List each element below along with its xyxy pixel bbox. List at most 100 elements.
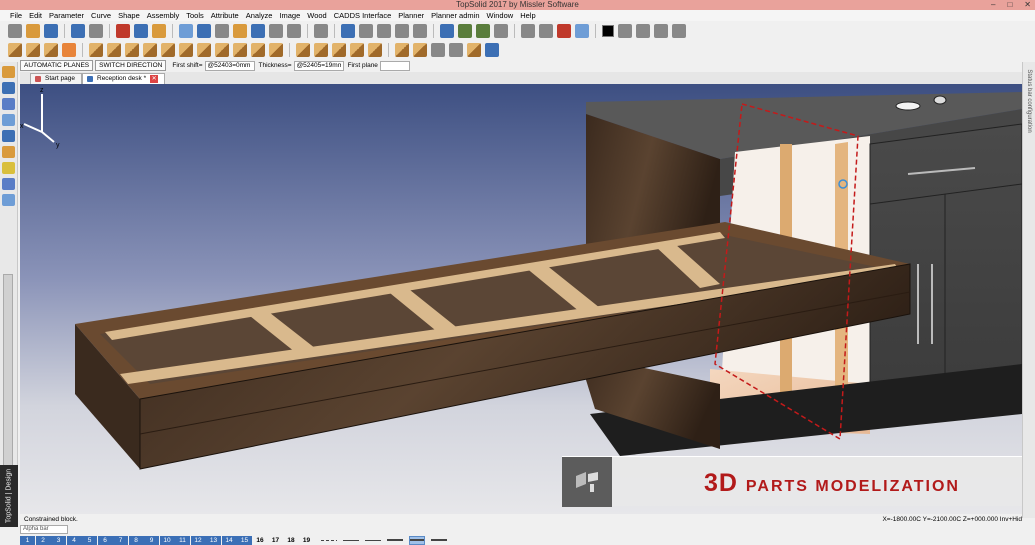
line-style-normal[interactable]: [386, 536, 403, 545]
status-bar-configuration-strip[interactable]: Status bar configuration: [1022, 62, 1035, 518]
alpha-bar[interactable]: Alpha bar: [20, 525, 68, 534]
wood-tenon-icon[interactable]: [332, 43, 346, 57]
wood-groove-icon[interactable]: [296, 43, 310, 57]
zoom-icon[interactable]: [440, 24, 454, 38]
close-tab-icon[interactable]: ✕: [150, 75, 159, 83]
solid-icon[interactable]: [2, 98, 15, 110]
menu-tools[interactable]: Tools: [186, 11, 204, 20]
eraser-icon[interactable]: [152, 24, 166, 38]
wood-hole-icon[interactable]: [431, 43, 445, 57]
wood-rebate-icon[interactable]: [314, 43, 328, 57]
menu-planner[interactable]: Planner: [398, 11, 424, 20]
first-plane-input[interactable]: [379, 60, 410, 71]
layer-7[interactable]: 7: [113, 535, 128, 545]
mirror-icon[interactable]: [287, 24, 301, 38]
layer-13[interactable]: 13: [206, 535, 221, 545]
color-swatch[interactable]: [602, 25, 614, 37]
minimize-button[interactable]: –: [991, 0, 995, 10]
hatch-icon[interactable]: [672, 24, 686, 38]
wood-frame-icon[interactable]: [161, 43, 175, 57]
wood-bottom-icon[interactable]: [215, 43, 229, 57]
wood-drill-icon[interactable]: [449, 43, 463, 57]
render-icon[interactable]: [476, 24, 490, 38]
line-style-dashdot[interactable]: [320, 536, 337, 545]
print-icon[interactable]: [71, 24, 85, 38]
assembly-icon[interactable]: [215, 24, 229, 38]
wood-side-icon[interactable]: [179, 43, 193, 57]
measure-icon[interactable]: [314, 24, 328, 38]
tab-reception-desk[interactable]: Reception desk * ✕: [82, 73, 166, 84]
layer-2[interactable]: 2: [35, 535, 51, 545]
layer-19[interactable]: 19: [299, 535, 314, 545]
trim-icon[interactable]: [359, 24, 373, 38]
close-button[interactable]: ✕: [1024, 0, 1031, 10]
new-icon[interactable]: [8, 24, 22, 38]
menu-attribute[interactable]: Attribute: [211, 11, 239, 20]
line-style-selected[interactable]: [408, 535, 425, 545]
offset-icon[interactable]: [377, 24, 391, 38]
view-icon[interactable]: [494, 24, 508, 38]
3d-viewport[interactable]: 3D PARTS MODELIZATION z x y: [20, 84, 1022, 514]
zoom-fit-icon[interactable]: [458, 24, 472, 38]
maximize-button[interactable]: □: [1007, 0, 1012, 10]
wood-search-icon[interactable]: [485, 43, 499, 57]
hide-icon[interactable]: [539, 24, 553, 38]
spline-icon[interactable]: [413, 24, 427, 38]
parameter-icon[interactable]: [251, 24, 265, 38]
undo-icon[interactable]: [134, 24, 148, 38]
surface-icon[interactable]: [2, 114, 15, 126]
line-style-medium[interactable]: [364, 536, 381, 545]
menu-parameter[interactable]: Parameter: [49, 11, 84, 20]
show-icon[interactable]: [557, 24, 571, 38]
layer-16[interactable]: 16: [252, 535, 268, 545]
wood-split-icon[interactable]: [413, 43, 427, 57]
layer-4[interactable]: 4: [66, 535, 82, 545]
wood-plinth-icon[interactable]: [251, 43, 265, 57]
wood-joint-icon[interactable]: [89, 43, 103, 57]
wood-board-icon[interactable]: [44, 43, 58, 57]
draft-icon[interactable]: [2, 194, 15, 206]
wood-drawer-icon[interactable]: [107, 43, 121, 57]
first-shift-input[interactable]: [204, 60, 255, 71]
menu-wood[interactable]: Wood: [307, 11, 326, 20]
menu-curve[interactable]: Curve: [91, 11, 111, 20]
tools-icon[interactable]: [233, 24, 247, 38]
print-preview-icon[interactable]: [89, 24, 103, 38]
menu-image[interactable]: Image: [279, 11, 300, 20]
layer-14[interactable]: 14: [221, 535, 237, 545]
open-icon[interactable]: [26, 24, 40, 38]
point-style-icon[interactable]: [618, 24, 632, 38]
shape-icon[interactable]: [197, 24, 211, 38]
menu-shape[interactable]: Shape: [118, 11, 140, 20]
wood-mode-icon[interactable]: [2, 146, 15, 158]
select-icon[interactable]: [179, 24, 193, 38]
pencil-icon[interactable]: [2, 66, 15, 78]
wood-edge-icon[interactable]: [269, 43, 283, 57]
wood-door-icon[interactable]: [143, 43, 157, 57]
menu-cadds-interface[interactable]: CADDS Interface: [334, 11, 392, 20]
wood-top-icon[interactable]: [197, 43, 211, 57]
thickness-input[interactable]: [293, 60, 344, 71]
line-style-thick[interactable]: [430, 536, 447, 545]
layer-8[interactable]: 8: [128, 535, 144, 545]
wood-panel-icon[interactable]: [26, 43, 40, 57]
reception-desk-model[interactable]: [20, 84, 1022, 514]
layer-3[interactable]: 3: [51, 535, 66, 545]
layer-10[interactable]: 10: [159, 535, 175, 545]
delete-icon[interactable]: [116, 24, 130, 38]
menu-assembly[interactable]: Assembly: [147, 11, 180, 20]
layer-11[interactable]: 11: [175, 535, 190, 545]
menu-help[interactable]: Help: [520, 11, 535, 20]
wood-hinge-icon[interactable]: [368, 43, 382, 57]
layer-15[interactable]: 15: [237, 535, 252, 545]
layer-18[interactable]: 18: [283, 535, 299, 545]
dot-icon[interactable]: [636, 24, 650, 38]
sketch-icon[interactable]: [2, 82, 15, 94]
automatic-planes-button[interactable]: AUTOMATIC PLANES: [20, 60, 94, 71]
layer-17[interactable]: 17: [268, 535, 283, 545]
menu-edit[interactable]: Edit: [29, 11, 42, 20]
wood-back-icon[interactable]: [233, 43, 247, 57]
light-icon[interactable]: [2, 162, 15, 174]
layer-9[interactable]: 9: [144, 535, 159, 545]
wood-dowel-icon[interactable]: [350, 43, 364, 57]
